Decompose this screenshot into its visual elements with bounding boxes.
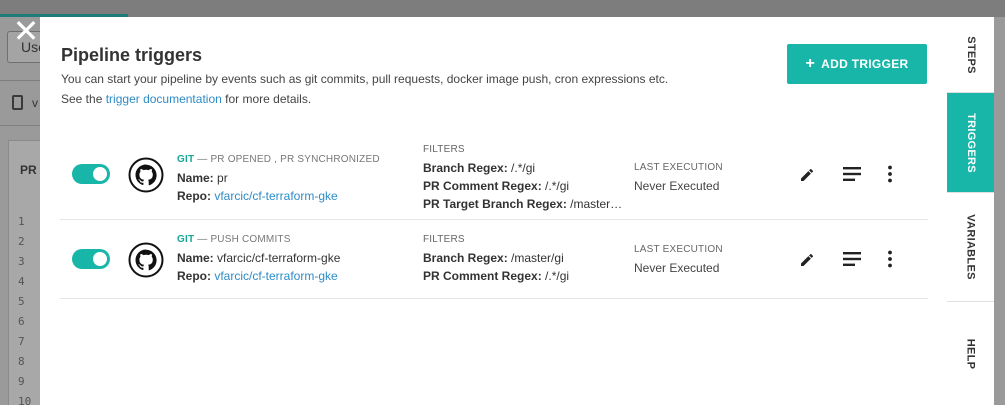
trigger-last-execution: LAST EXECUTION Never Executed (634, 159, 723, 195)
modal-description: You can start your pipeline by events su… (61, 69, 668, 109)
trigger-events: PR OPENED , PR SYNCHRONIZED (210, 154, 380, 165)
list-icon[interactable] (841, 163, 863, 185)
filter-label: PR Target Branch Regex: (423, 197, 567, 211)
pipeline-triggers-modal: Pipeline triggers You can start your pip… (40, 17, 947, 405)
trigger-info: GIT — PUSH COMMITS Name: vfarcic/cf-terr… (177, 231, 340, 285)
trigger-repo-line: Repo: vfarcic/cf-terraform-gke (177, 187, 380, 205)
line-number: 5 (18, 295, 25, 308)
filter-label: PR Comment Regex: (423, 269, 542, 283)
trigger-enabled-toggle[interactable] (72, 249, 110, 269)
filter-pr-comment-regex: PR Comment Regex: /.*/gi (423, 177, 628, 195)
line-number: 9 (18, 375, 25, 388)
background-edge (994, 17, 1005, 405)
trigger-name-line: Name: vfarcic/cf-terraform-gke (177, 249, 340, 267)
filters-header: FILTERS (423, 144, 465, 155)
trigger-name-label: Name: (177, 171, 214, 185)
list-icon[interactable] (841, 248, 863, 270)
tab-variables[interactable]: VARIABLES (947, 193, 994, 302)
background-line-numbers: 1 2 3 4 5 6 7 8 9 10 (18, 212, 31, 405)
trigger-repo-line: Repo: vfarcic/cf-terraform-gke (177, 267, 340, 285)
trigger-last-execution: LAST EXECUTION Never Executed (634, 241, 723, 277)
side-tabs: STEPS TRIGGERS VARIABLES HELP (947, 17, 994, 405)
more-vertical-icon[interactable] (879, 163, 901, 185)
line-number: 8 (18, 355, 25, 368)
trigger-repo-link[interactable]: vfarcic/cf-terraform-gke (214, 189, 337, 203)
trigger-provider: GIT (177, 234, 195, 245)
last-execution-value: Never Executed (634, 179, 720, 193)
background-file-label: v (32, 96, 38, 110)
add-trigger-label: ADD TRIGGER (821, 57, 909, 71)
trigger-name-line: Name: pr (177, 169, 380, 187)
tab-label: TRIGGERS (964, 112, 977, 173)
tab-triggers[interactable]: TRIGGERS (947, 93, 994, 193)
filter-value: /master… (570, 197, 623, 211)
trigger-filters: FILTERS Branch Regex: /master/gi PR Comm… (423, 231, 628, 285)
trigger-list: GIT — PR OPENED , PR SYNCHRONIZED Name: … (60, 123, 928, 299)
line-number: 1 (18, 215, 25, 228)
trigger-row: GIT — PR OPENED , PR SYNCHRONIZED Name: … (60, 123, 928, 220)
filter-value: /.*/gi (545, 179, 570, 193)
trigger-repo-label: Repo: (177, 189, 211, 203)
tab-help[interactable]: HELP (947, 302, 994, 405)
file-icon (12, 95, 23, 110)
background-divider (0, 125, 40, 126)
trigger-row: GIT — PUSH COMMITS Name: vfarcic/cf-terr… (60, 220, 928, 299)
close-icon[interactable]: ✕ (12, 15, 40, 47)
line-number: 2 (18, 235, 25, 248)
trigger-filters: FILTERS Branch Regex: /.*/gi PR Comment … (423, 141, 628, 213)
filter-label: PR Comment Regex: (423, 179, 542, 193)
filter-value: /.*/gi (511, 161, 536, 175)
trigger-type-dash: — (197, 234, 208, 245)
filter-value: /master/gi (511, 251, 564, 265)
last-execution-value: Never Executed (634, 261, 720, 275)
tab-label: HELP (964, 338, 977, 369)
github-icon (128, 157, 164, 193)
trigger-type-dash: — (197, 154, 208, 165)
filter-pr-target-branch-regex: PR Target Branch Regex: /master… (423, 195, 628, 213)
trigger-repo-link[interactable]: vfarcic/cf-terraform-gke (214, 269, 337, 283)
line-number: 6 (18, 315, 25, 328)
trigger-type: GIT — PR OPENED , PR SYNCHRONIZED (177, 151, 380, 169)
trigger-name-label: Name: (177, 251, 214, 265)
tab-steps[interactable]: STEPS (947, 17, 994, 93)
trigger-type: GIT — PUSH COMMITS (177, 231, 340, 249)
line-number: 4 (18, 275, 25, 288)
line-number: 3 (18, 255, 25, 268)
filter-branch-regex: Branch Regex: /.*/gi (423, 159, 628, 177)
description-prefix: See the (61, 92, 103, 106)
trigger-name-value: pr (217, 171, 228, 185)
trigger-info: GIT — PR OPENED , PR SYNCHRONIZED Name: … (177, 151, 380, 205)
description-line: You can start your pipeline by events su… (61, 72, 669, 86)
background-divider (0, 80, 40, 81)
pencil-icon[interactable] (797, 248, 819, 270)
description-suffix: for more details. (225, 92, 312, 106)
plus-icon: + (805, 55, 816, 72)
trigger-documentation-link[interactable]: trigger documentation (106, 92, 222, 106)
last-execution-header: LAST EXECUTION (634, 244, 723, 255)
tab-label: STEPS (964, 35, 977, 74)
more-vertical-icon[interactable] (879, 248, 901, 270)
background-editor-label: PR (20, 163, 37, 177)
trigger-name-value: vfarcic/cf-terraform-gke (217, 251, 341, 265)
filter-pr-comment-regex: PR Comment Regex: /.*/gi (423, 267, 628, 285)
modal-title: Pipeline triggers (61, 45, 203, 65)
trigger-events: PUSH COMMITS (210, 234, 291, 245)
trigger-provider: GIT (177, 154, 195, 165)
trigger-repo-label: Repo: (177, 269, 211, 283)
filter-label: Branch Regex: (423, 251, 508, 265)
description-line: See the trigger documentation for more d… (61, 89, 668, 109)
pencil-icon[interactable] (797, 163, 819, 185)
line-number: 10 (18, 395, 32, 405)
filter-label: Branch Regex: (423, 161, 508, 175)
trigger-enabled-toggle[interactable] (72, 164, 110, 184)
filters-header: FILTERS (423, 234, 465, 245)
background-topbar (0, 0, 1005, 17)
tab-label: VARIABLES (964, 214, 977, 280)
github-icon (128, 242, 164, 278)
line-number: 7 (18, 335, 25, 348)
last-execution-header: LAST EXECUTION (634, 162, 723, 173)
filter-branch-regex: Branch Regex: /master/gi (423, 249, 628, 267)
filter-value: /.*/gi (545, 269, 570, 283)
add-trigger-button[interactable]: + ADD TRIGGER (787, 44, 927, 84)
